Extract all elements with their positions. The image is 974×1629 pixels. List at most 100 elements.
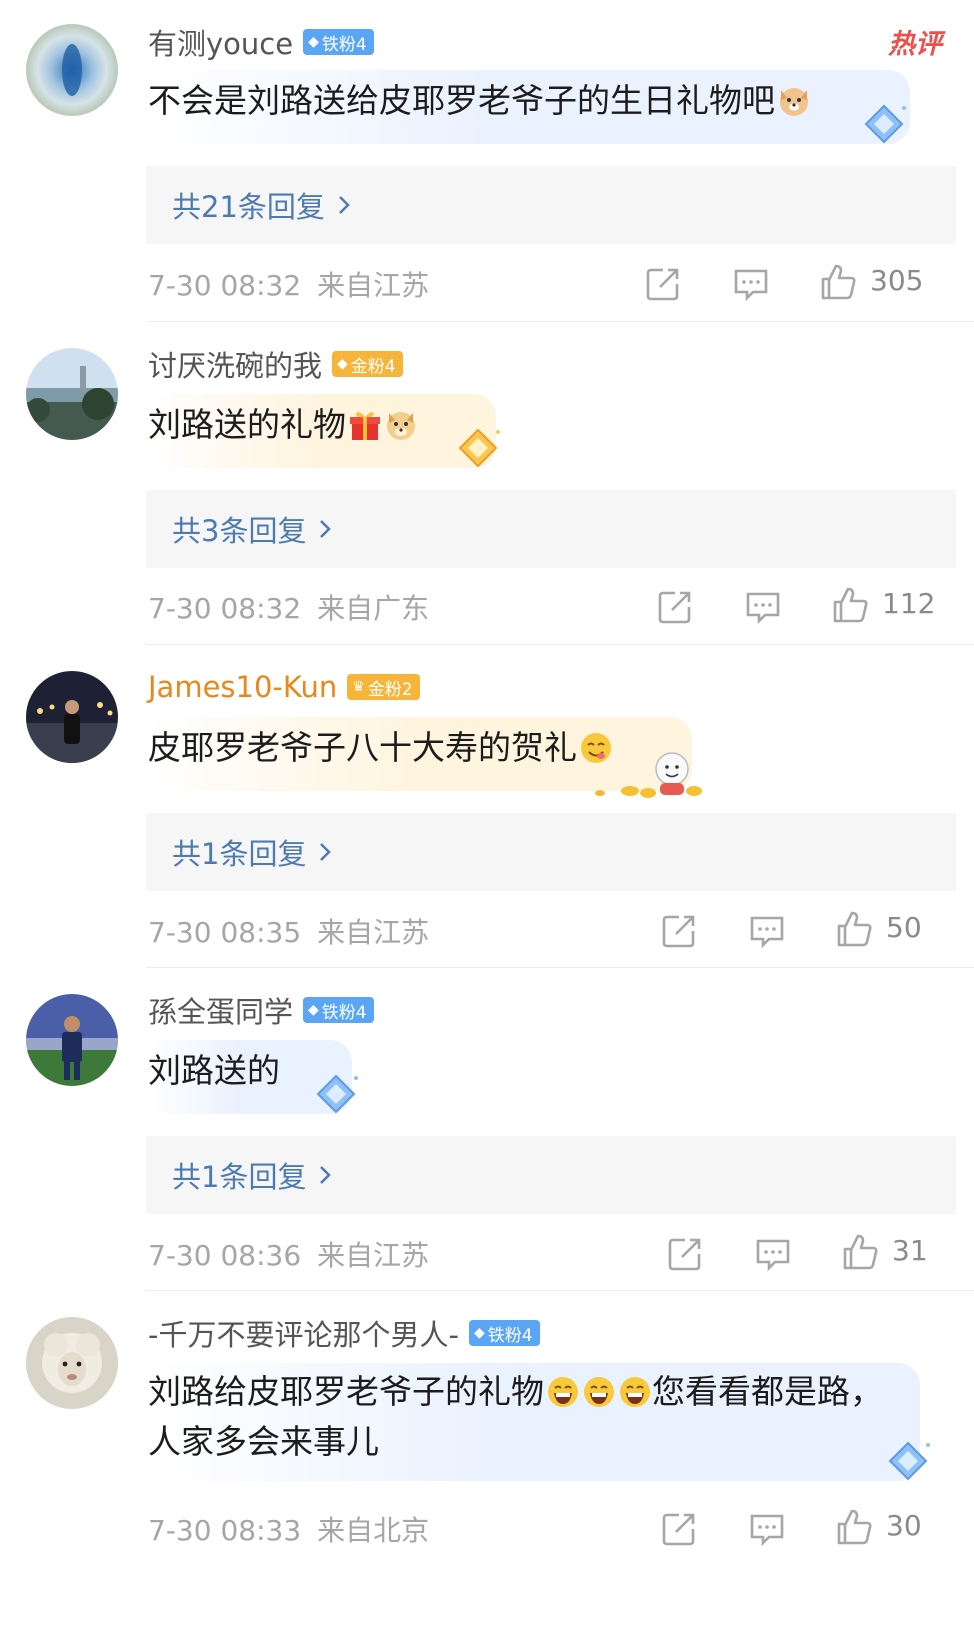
comment-text-content: 不会是刘路送给皮耶罗老爷子的生日礼物吧 <box>148 81 775 120</box>
share-icon[interactable] <box>655 587 695 627</box>
share-icon[interactable] <box>665 1234 705 1274</box>
dog-emoji-icon <box>780 88 808 116</box>
comment-text-line: 刘路给皮耶罗老爷子的礼物 您看看都是路， <box>148 1367 928 1417</box>
replies-box[interactable]: 共3条回复 <box>146 490 956 568</box>
like-icon[interactable] <box>830 585 870 625</box>
comment-card: 讨厌洗碗的我 ◆ 金粉4 刘路送的礼物 共3条回复 7-30 08:32 来自广东 … <box>0 322 974 645</box>
comment-text-content: 您看看都是路， <box>652 1372 883 1411</box>
comment-text: 刘路送的 <box>148 1046 280 1096</box>
comment-meta: 7-30 08:35 来自江苏 <box>148 911 429 951</box>
fan-badge: ◆ 金粉4 <box>332 351 403 377</box>
comment-location: 来自广东 <box>317 592 430 625</box>
diamond-icon: ◆ <box>308 34 319 50</box>
share-icon[interactable] <box>659 911 699 951</box>
avatar[interactable] <box>26 994 118 1086</box>
like-count: 31 <box>892 1234 928 1267</box>
hot-comment-tag: 热评 <box>888 29 942 60</box>
comment-card: 有测youce ◆ 铁粉4 热评 不会是刘路送给皮耶罗老爷子的生日礼物吧 共21条… <box>0 0 974 322</box>
comment-icon[interactable] <box>753 1234 793 1274</box>
replies-label: 共21条回复 <box>172 190 325 224</box>
replies-label: 共1条回复 <box>172 837 307 871</box>
fortune-character-decoration-icon <box>595 752 702 798</box>
diamond-decoration-icon <box>864 104 906 144</box>
comment-text: 刘路给皮耶罗老爷子的礼物 您看看都是路， 人家多会来事儿 <box>148 1367 928 1467</box>
avatar[interactable] <box>26 348 118 440</box>
gold-diamond-decoration-icon <box>458 428 500 468</box>
crown-icon: ♛ <box>352 679 365 695</box>
comment-header: 讨厌洗碗的我 ◆ 金粉4 <box>148 344 403 384</box>
diamond-icon: ◆ <box>473 1325 485 1341</box>
comment-location: 来自江苏 <box>317 1239 430 1272</box>
diamond-decoration-icon <box>316 1074 358 1114</box>
comment-location: 来自北京 <box>317 1514 430 1547</box>
fan-badge: ◆ 铁粉4 <box>303 29 374 55</box>
comment-time: 7-30 08:32 <box>148 269 302 302</box>
comment-time: 7-30 08:35 <box>148 916 302 949</box>
replies-label: 共3条回复 <box>172 514 307 548</box>
comment-header: James10-Kun ♛ 金粉2 <box>148 667 420 707</box>
comment-icon[interactable] <box>747 911 787 951</box>
comment-text-line: 人家多会来事儿 <box>148 1417 928 1467</box>
replies-box[interactable]: 共1条回复 <box>146 1136 956 1214</box>
comment-meta: 7-30 08:36 来自江苏 <box>148 1234 429 1274</box>
gift-emoji-icon <box>350 412 380 440</box>
fan-badge-label: 金粉4 <box>350 356 396 377</box>
like-icon[interactable] <box>834 1507 874 1547</box>
comment-card: James10-Kun ♛ 金粉2 皮耶罗老爷子八十大寿的贺礼 共1条回复 7-3… <box>0 645 974 968</box>
chevron-right-icon <box>320 843 332 861</box>
username[interactable]: 孫全蛋同学 <box>148 989 293 1031</box>
comment-card: 孫全蛋同学 ◆ 铁粉4 刘路送的 共1条回复 7-30 08:36 来自江苏 31 <box>0 968 974 1291</box>
replies-label: 共1条回复 <box>172 1160 307 1194</box>
view-replies-link[interactable]: 共21条回复 <box>172 166 351 244</box>
avatar[interactable] <box>26 671 118 763</box>
comment-header: 有测youce ◆ 铁粉4 <box>148 22 374 62</box>
diamond-decoration-icon <box>888 1441 930 1481</box>
view-replies-link[interactable]: 共1条回复 <box>172 1136 332 1214</box>
comment-location: 来自江苏 <box>317 916 430 949</box>
like-icon[interactable] <box>818 262 858 302</box>
grin-emoji-icon <box>620 1377 650 1407</box>
comment-icon[interactable] <box>743 587 783 627</box>
comment-icon[interactable] <box>731 264 771 304</box>
username[interactable]: 讨厌洗碗的我 <box>148 343 322 385</box>
comment-text-content: 刘路送的礼物 <box>148 405 346 444</box>
comment-text-content: 刘路给皮耶罗老爷子的礼物 <box>148 1372 544 1411</box>
comment-header: 孫全蛋同学 ◆ 铁粉4 <box>148 990 374 1030</box>
comment-text-content: 人家多会来事儿 <box>148 1422 379 1461</box>
like-count: 50 <box>886 911 922 944</box>
fan-badge: ♛ 金粉2 <box>347 674 420 700</box>
share-icon[interactable] <box>643 264 683 304</box>
comment-text: 皮耶罗老爷子八十大寿的贺礼 <box>148 723 613 773</box>
avatar[interactable] <box>26 24 118 116</box>
comment-text: 刘路送的礼物 <box>148 400 418 450</box>
like-icon[interactable] <box>840 1232 880 1272</box>
comment-text-content: 皮耶罗老爷子八十大寿的贺礼 <box>148 728 577 767</box>
like-count: 30 <box>886 1509 922 1542</box>
chevron-right-icon <box>320 520 332 538</box>
username[interactable]: 有测youce <box>148 21 293 63</box>
grin-emoji-icon <box>548 1377 578 1407</box>
diamond-icon: ◆ <box>308 1002 319 1018</box>
comment-location: 来自江苏 <box>317 269 430 302</box>
like-icon[interactable] <box>834 909 874 949</box>
comment-time: 7-30 08:32 <box>148 592 302 625</box>
grin-emoji-icon <box>584 1377 614 1407</box>
like-count: 305 <box>870 264 924 297</box>
comment-meta: 7-30 08:32 来自江苏 <box>148 264 429 304</box>
comment-card: -千万不要评论那个男人- ◆ 铁粉4 刘路给皮耶罗老爷子的礼物 您看看都是路， 人家… <box>0 1291 974 1629</box>
fan-badge: ◆ 铁粉4 <box>468 1320 540 1346</box>
username[interactable]: -千万不要评论那个男人- <box>148 1312 459 1354</box>
comment-time: 7-30 08:33 <box>148 1514 302 1547</box>
fan-badge-label: 铁粉4 <box>487 1325 533 1346</box>
avatar[interactable] <box>26 1317 118 1409</box>
replies-box[interactable]: 共1条回复 <box>146 813 956 891</box>
comment-text-content: 刘路送的 <box>148 1051 280 1090</box>
share-icon[interactable] <box>659 1509 699 1549</box>
username[interactable]: James10-Kun <box>148 670 337 704</box>
view-replies-link[interactable]: 共1条回复 <box>172 813 332 891</box>
comment-meta: 7-30 08:33 来自北京 <box>148 1509 429 1549</box>
replies-box[interactable]: 共21条回复 <box>146 166 956 244</box>
view-replies-link[interactable]: 共3条回复 <box>172 490 332 568</box>
comment-text: 不会是刘路送给皮耶罗老爷子的生日礼物吧 <box>148 76 811 126</box>
comment-icon[interactable] <box>747 1509 787 1549</box>
